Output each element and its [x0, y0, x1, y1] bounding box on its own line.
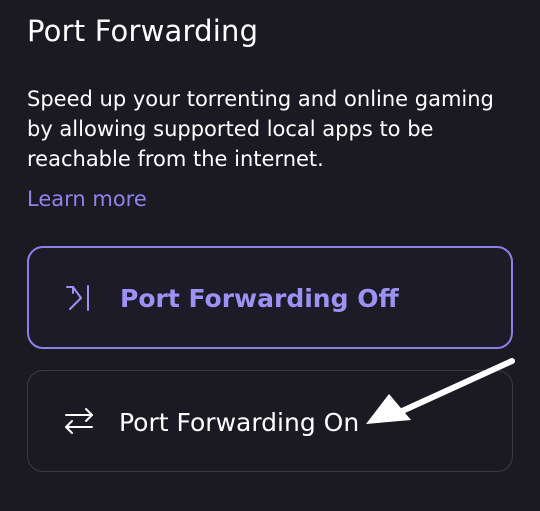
learn-more-link[interactable]: Learn more — [27, 187, 147, 211]
section-description: Speed up your torrenting and online gami… — [27, 87, 494, 171]
port-forwarding-off-option[interactable]: Port Forwarding Off — [27, 246, 513, 349]
swap-arrows-icon — [65, 408, 93, 434]
forward-to-bar-icon — [66, 285, 89, 311]
port-forwarding-on-label: Port Forwarding On — [119, 408, 360, 437]
port-forwarding-on-option[interactable]: Port Forwarding On — [27, 370, 513, 472]
port-forwarding-off-label: Port Forwarding Off — [120, 284, 399, 313]
section-title: Port Forwarding — [27, 14, 259, 48]
port-forwarding-panel: Port Forwarding Speed up your torrenting… — [0, 0, 540, 511]
